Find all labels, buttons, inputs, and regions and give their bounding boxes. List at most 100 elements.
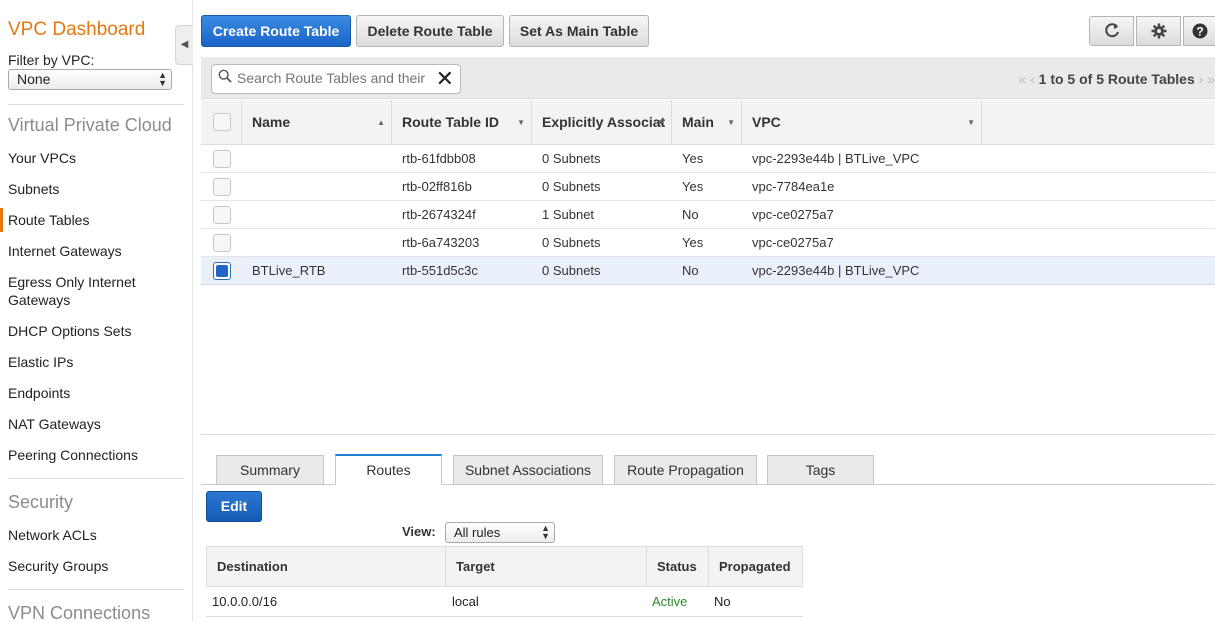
sort-icon: ▼ xyxy=(657,118,665,127)
cell-id: rtb-2674324f xyxy=(402,207,476,222)
search-box[interactable]: ✕ xyxy=(211,64,461,94)
sidebar-item-security-groups[interactable]: Security Groups xyxy=(8,557,188,575)
cell-main: Yes xyxy=(682,179,704,194)
cell-main: Yes xyxy=(682,235,704,250)
tab-summary[interactable]: Summary xyxy=(216,455,324,485)
sidebar-item-your-vpcs[interactable]: Your VPCs xyxy=(8,149,188,167)
tab-routes[interactable]: Routes xyxy=(335,454,442,485)
row-checkbox[interactable] xyxy=(213,206,231,224)
sort-asc-icon: ▲ xyxy=(377,118,385,127)
col-name[interactable]: Name ▲ xyxy=(242,100,392,145)
clear-search-icon[interactable]: ✕ xyxy=(436,66,454,92)
search-input[interactable] xyxy=(237,70,437,86)
sidebar-item-egress-gateways[interactable]: Egress Only Internet Gateways xyxy=(8,273,148,309)
col-name-label: Name xyxy=(252,114,291,130)
route-row: 10.0.0.0/16 local Active No xyxy=(206,587,803,617)
divider xyxy=(8,589,184,590)
last-page-icon[interactable]: » xyxy=(1207,71,1215,87)
sidebar-item-nat-gateways[interactable]: NAT Gateways xyxy=(8,415,188,433)
row-checkbox[interactable] xyxy=(213,234,231,252)
col-target: Target xyxy=(446,547,647,586)
row-checkbox-checked[interactable] xyxy=(213,262,231,280)
filter-vpc-select[interactable]: None ▲ ▼ xyxy=(8,69,172,90)
col-explicitly-associated[interactable]: Explicitly Associat ▼ xyxy=(532,100,672,145)
svg-text:?: ? xyxy=(1196,25,1203,39)
table-row[interactable]: rtb-61fdbb08 0 Subnets Yes vpc-2293e44b … xyxy=(201,145,1215,173)
cell-vpc: vpc-2293e44b | BTLive_VPC xyxy=(752,263,920,278)
cell-vpc: vpc-2293e44b | BTLive_VPC xyxy=(752,151,920,166)
row-checkbox[interactable] xyxy=(213,178,231,196)
tab-tags[interactable]: Tags xyxy=(767,455,874,485)
select-arrows-icon: ▲ ▼ xyxy=(158,70,167,88)
cell-id: rtb-6a743203 xyxy=(402,235,480,250)
table-row[interactable]: rtb-2674324f 1 Subnet No vpc-ce0275a7 xyxy=(201,201,1215,229)
select-all-checkbox[interactable] xyxy=(213,113,231,131)
vpc-console: VPC Dashboard Filter by VPC: None ▲ ▼ Vir… xyxy=(0,0,1215,622)
col-assoc-label: Explicitly Associat xyxy=(542,114,666,130)
create-route-table-button[interactable]: Create Route Table xyxy=(201,15,351,47)
col-destination: Destination xyxy=(207,547,446,586)
col-propagated: Propagated xyxy=(719,559,791,574)
view-label: View: xyxy=(402,524,436,539)
dashboard-title[interactable]: VPC Dashboard xyxy=(8,19,145,41)
sidebar-item-subnets[interactable]: Subnets xyxy=(8,180,188,198)
filter-label: Filter by VPC: xyxy=(8,52,95,68)
view-select[interactable]: All rules ▲ ▼ xyxy=(445,522,555,543)
select-arrows-icon: ▲ ▼ xyxy=(541,523,550,541)
table-row[interactable]: rtb-02ff816b 0 Subnets Yes vpc-7784ea1e xyxy=(201,173,1215,201)
cell-assoc: 0 Subnets xyxy=(542,235,601,250)
pager-text: 1 to 5 of 5 Route Tables xyxy=(1038,71,1195,87)
filter-vpc-value: None xyxy=(17,71,51,87)
col-route-table-id[interactable]: Route Table ID ▼ xyxy=(392,100,532,145)
prev-page-icon[interactable]: ‹ xyxy=(1030,71,1035,87)
routes-table-header: Destination Target Status Propagated xyxy=(206,546,803,587)
sidebar-item-dhcp-options[interactable]: DHCP Options Sets xyxy=(8,322,188,340)
help-icon: ? xyxy=(1192,23,1207,39)
divider xyxy=(8,478,184,479)
sidebar-item-route-tables[interactable]: Route Tables xyxy=(0,208,188,232)
refresh-button[interactable] xyxy=(1089,16,1134,46)
cell-assoc: 0 Subnets xyxy=(542,179,601,194)
divider xyxy=(8,104,184,105)
row-checkbox[interactable] xyxy=(213,150,231,168)
col-main[interactable]: Main ▼ xyxy=(672,100,742,145)
set-main-table-button[interactable]: Set As Main Table xyxy=(509,15,649,47)
sidebar-item-network-acls[interactable]: Network ACLs xyxy=(8,526,188,544)
sidebar-item-peering[interactable]: Peering Connections xyxy=(8,446,188,464)
table-header: Name ▲ Route Table ID ▼ Explicitly Assoc… xyxy=(201,100,1215,145)
cell-vpc: vpc-ce0275a7 xyxy=(752,235,834,250)
tab-subnet-associations[interactable]: Subnet Associations xyxy=(453,455,603,485)
sort-icon: ▼ xyxy=(727,118,735,127)
help-button[interactable]: ? xyxy=(1183,16,1215,46)
col-vpc[interactable]: VPC ▼ xyxy=(742,100,982,145)
settings-button[interactable] xyxy=(1136,16,1181,46)
sidebar-item-endpoints[interactable]: Endpoints xyxy=(8,384,188,402)
cell-id: rtb-02ff816b xyxy=(402,179,472,194)
first-page-icon[interactable]: « xyxy=(1018,71,1026,87)
divider xyxy=(201,434,1215,435)
edit-button[interactable]: Edit xyxy=(206,491,262,522)
delete-route-table-button[interactable]: Delete Route Table xyxy=(356,15,504,47)
sidebar-item-elastic-ips[interactable]: Elastic IPs xyxy=(8,353,188,371)
col-main-label: Main xyxy=(682,114,714,130)
table-row[interactable]: rtb-6a743203 0 Subnets Yes vpc-ce0275a7 xyxy=(201,229,1215,257)
section-vpc: Virtual Private Cloud xyxy=(8,115,172,135)
col-id-label: Route Table ID xyxy=(402,114,499,130)
route-propagated: No xyxy=(714,594,731,609)
collapse-sidebar-button[interactable]: ◀ xyxy=(175,25,193,65)
route-destination: 10.0.0.0/16 xyxy=(212,594,278,609)
cell-main: Yes xyxy=(682,151,704,166)
col-vpc-label: VPC xyxy=(752,114,781,130)
table-row-selected[interactable]: BTLive_RTB rtb-551d5c3c 0 Subnets No vpc… xyxy=(201,257,1215,285)
gear-icon xyxy=(1151,23,1166,39)
pagination: « ‹ 1 to 5 of 5 Route Tables › » xyxy=(1018,71,1215,87)
section-security: Security xyxy=(8,492,74,512)
cell-assoc: 0 Subnets xyxy=(542,263,601,278)
select-all-cell xyxy=(201,100,242,145)
cell-name: BTLive_RTB xyxy=(252,263,326,278)
next-page-icon[interactable]: › xyxy=(1199,71,1204,87)
chevron-left-icon: ◀ xyxy=(180,39,189,50)
tab-route-propagation[interactable]: Route Propagation xyxy=(614,455,757,485)
cell-assoc: 1 Subnet xyxy=(542,207,595,222)
sidebar-item-internet-gateways[interactable]: Internet Gateways xyxy=(8,242,188,260)
